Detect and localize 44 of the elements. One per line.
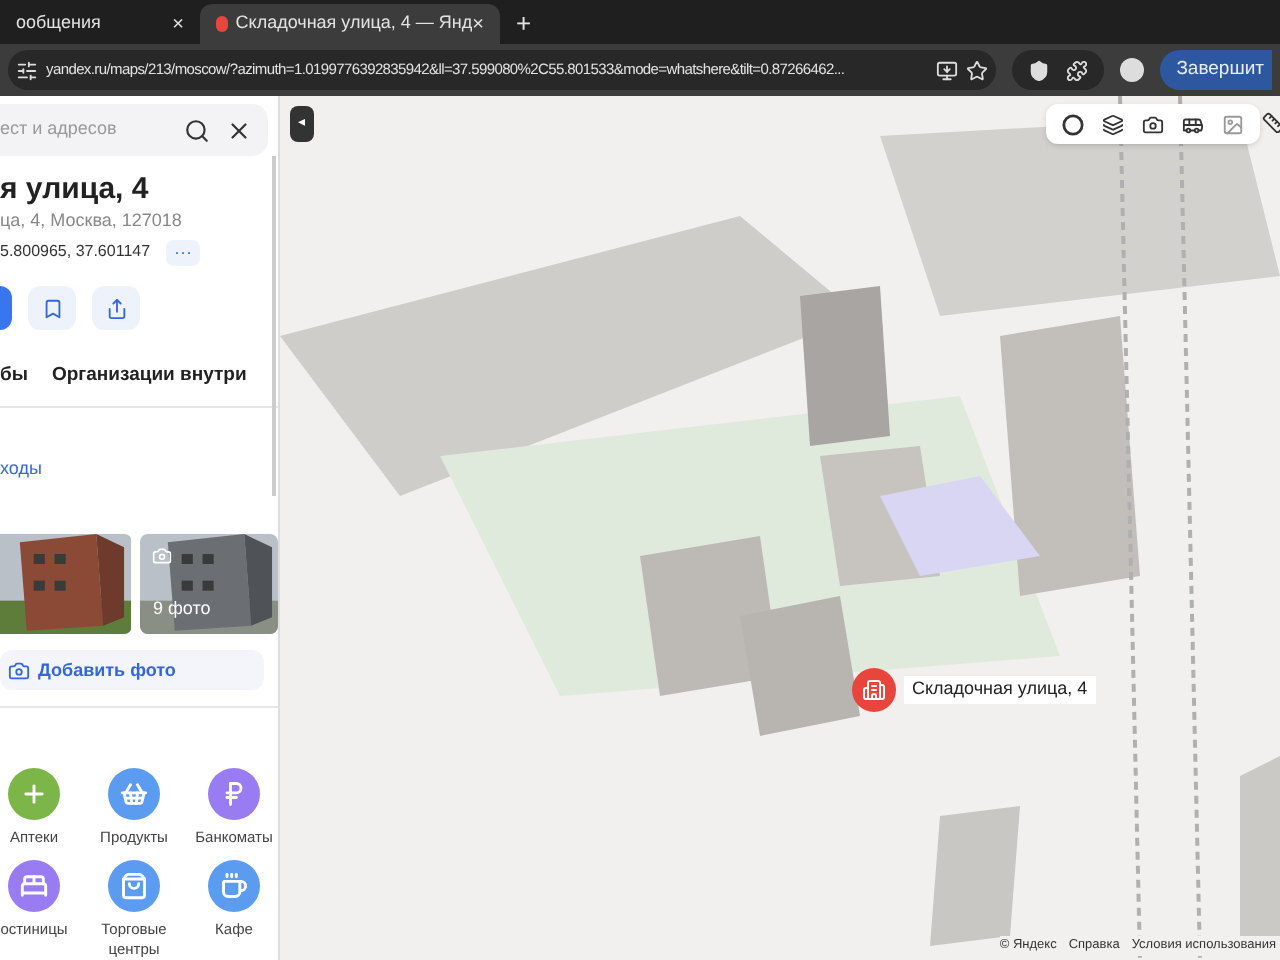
close-icon[interactable] (226, 117, 252, 143)
bag-icon (120, 872, 148, 901)
extensions-icon[interactable] (1066, 59, 1089, 81)
bookmark-icon (41, 297, 63, 319)
add-photo-button[interactable]: Добавить фото (0, 650, 264, 691)
new-tab-button[interactable]: + (500, 4, 548, 44)
cup-icon (220, 872, 248, 901)
section-tab[interactable]: бы (0, 362, 28, 391)
share-button[interactable] (92, 286, 140, 330)
place-title: я улица, 4 (0, 172, 151, 208)
shield-icon[interactable] (1028, 59, 1051, 81)
place-address: ца, 4, Москва, 127018 (0, 208, 184, 234)
route-button[interactable] (0, 286, 12, 330)
share-icon (105, 297, 127, 319)
ruble-icon (220, 780, 248, 809)
close-tab-button[interactable]: × (472, 9, 484, 39)
browser-tab[interactable]: Складочная улица, 4 — Янд× (200, 4, 500, 44)
bed-icon (20, 872, 48, 901)
coordinates: 5.800965, 37.601147 (0, 240, 151, 265)
close-tab-button[interactable]: × (172, 9, 184, 39)
camera-icon (151, 546, 171, 567)
category-button[interactable] (208, 860, 260, 913)
site-settings-icon[interactable] (16, 59, 38, 81)
profile-avatar[interactable] (1120, 58, 1145, 82)
category-button[interactable] (108, 768, 160, 821)
category-button[interactable] (108, 860, 160, 913)
finish-button[interactable]: Завершит (1160, 50, 1272, 90)
entrances-link[interactable]: ходы (0, 458, 42, 479)
install-icon[interactable] (936, 59, 959, 81)
basket-icon (120, 780, 148, 809)
camera-icon (8, 659, 30, 682)
bookmark-star-icon[interactable] (966, 59, 989, 81)
tab-title: Складочная улица, 4 — Янд (235, 10, 473, 37)
category-button[interactable] (208, 768, 260, 821)
search-icon[interactable] (184, 117, 210, 143)
search-field[interactable]: ест и адресов (0, 104, 268, 156)
section-tab[interactable]: Организации внутри (51, 362, 247, 391)
bookmark-button[interactable] (28, 286, 76, 330)
more-button[interactable]: ··· (166, 239, 201, 266)
plus-icon (20, 780, 48, 809)
category-button[interactable] (8, 860, 60, 913)
photo-count: 9 фото (153, 595, 211, 622)
tab-title: ообщения (16, 10, 101, 37)
search-input[interactable]: ест и адресов (0, 116, 168, 144)
